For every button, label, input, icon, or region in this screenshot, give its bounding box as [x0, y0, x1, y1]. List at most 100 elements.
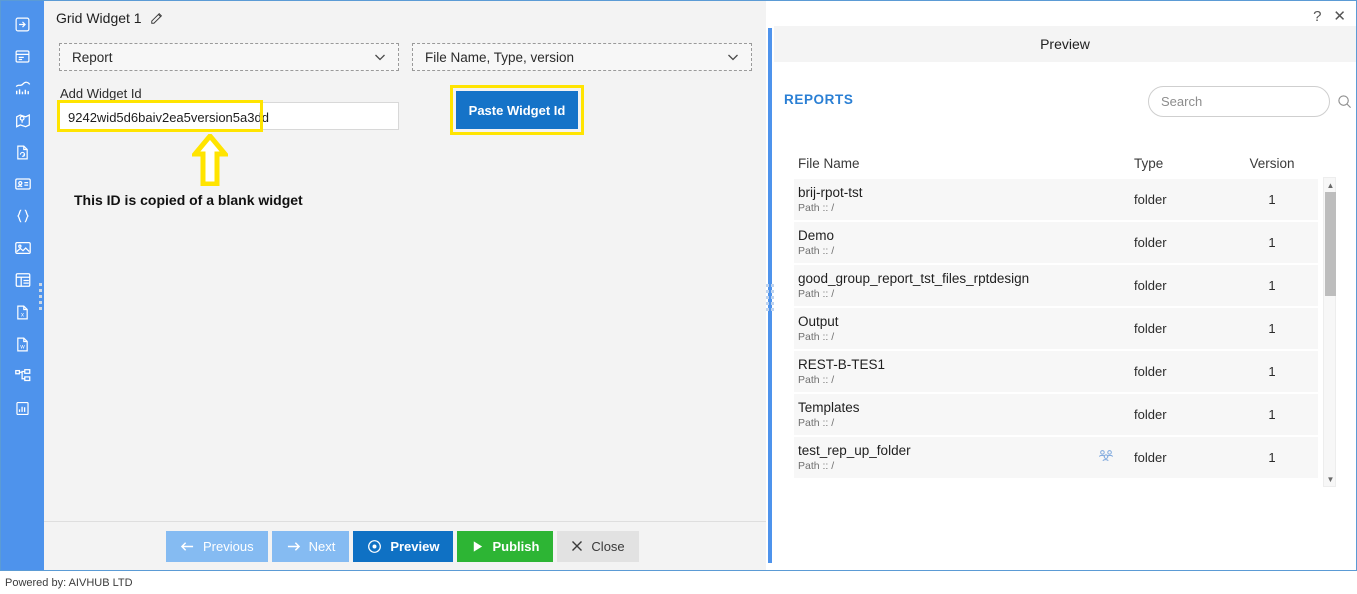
annotation-text: This ID is copied of a blank widget	[74, 192, 303, 208]
application-window: x w Grid Widget 1 Report File Name, Type…	[0, 0, 1357, 594]
map-pin-icon[interactable]	[8, 105, 38, 135]
login-arrow-icon[interactable]	[8, 9, 38, 39]
scroll-up-arrow-icon[interactable]: ▲	[1324, 178, 1337, 192]
row-file-path: Path :: /	[798, 245, 835, 258]
footer-text: Powered by: AIVHUB LTD	[5, 577, 133, 589]
row-file-path: Path :: /	[798, 202, 835, 215]
widget-id-field-wrapper	[59, 102, 400, 131]
row-version: 1	[1268, 235, 1276, 250]
annotation-up-arrow-icon	[192, 134, 228, 186]
tree-hierarchy-icon[interactable]	[8, 361, 38, 391]
help-icon[interactable]: ?	[1313, 9, 1321, 24]
columns-dropdown[interactable]: File Name, Type, version	[412, 43, 752, 71]
close-x-icon	[571, 540, 583, 552]
search-input[interactable]	[1161, 94, 1337, 109]
page-title: Grid Widget 1	[56, 9, 142, 26]
table-row[interactable]: REST-B-TES1Path :: / folder 1	[794, 351, 1318, 394]
pencil-edit-icon[interactable]	[150, 11, 164, 25]
svg-text:w: w	[19, 344, 25, 350]
widget-id-label: Add Widget Id	[60, 86, 142, 101]
column-header-version: Version	[1249, 155, 1295, 171]
arrow-right-icon	[286, 540, 301, 553]
row-file-path: Path :: /	[798, 417, 835, 430]
id-card-icon[interactable]	[8, 169, 38, 199]
widget-titlebar: Grid Widget 1	[44, 1, 766, 34]
preview-panel: ? ✕ Preview REPORTS File Name Type Versi…	[774, 1, 1356, 570]
row-type: folder	[1134, 278, 1167, 293]
next-button-label: Next	[308, 538, 336, 554]
row-version: 1	[1268, 192, 1276, 207]
preview-button[interactable]: Preview	[353, 530, 454, 562]
close-button-label: Close	[591, 538, 625, 554]
next-button[interactable]: Next	[271, 530, 350, 562]
previous-button-label: Previous	[203, 538, 254, 554]
columns-dropdown-value: File Name, Type, version	[425, 49, 575, 65]
row-version: 1	[1268, 364, 1276, 379]
scroll-down-arrow-icon[interactable]: ▼	[1324, 472, 1337, 486]
row-version: 1	[1268, 321, 1276, 336]
image-picture-icon[interactable]	[8, 233, 38, 263]
publish-button[interactable]: Publish	[457, 530, 554, 562]
column-header-file-name: File Name	[798, 155, 860, 171]
svg-text:x: x	[21, 312, 24, 318]
window-controls: ? ✕	[1313, 9, 1346, 24]
row-type: folder	[1134, 364, 1167, 379]
search-icon[interactable]	[1337, 94, 1352, 109]
close-button[interactable]: Close	[557, 530, 639, 562]
analytics-chart-icon[interactable]	[8, 73, 38, 103]
shared-users-icon[interactable]	[1098, 449, 1114, 466]
table-row[interactable]: test_rep_up_folder Path :: / folder 1	[794, 437, 1318, 480]
eye-icon	[367, 539, 382, 554]
row-file-name: Demo	[798, 227, 835, 243]
row-file-name: REST-B-TES1	[798, 356, 886, 372]
table-header-row: File Name Type Version	[794, 147, 1318, 179]
widget-id-input[interactable]	[60, 103, 400, 131]
preview-button-label: Preview	[390, 538, 440, 554]
row-file-path: Path :: /	[798, 288, 835, 301]
source-type-value: Report	[72, 49, 113, 65]
form-layout-icon[interactable]	[8, 41, 38, 71]
close-icon[interactable]: ✕	[1333, 9, 1346, 24]
table-row[interactable]: Output Path :: / folder 1	[794, 308, 1318, 351]
row-version: 1	[1268, 450, 1276, 465]
row-shared-slot	[1078, 449, 1134, 466]
row-file-name: Output	[798, 313, 839, 329]
row-version: 1	[1268, 278, 1276, 293]
column-header-type: Type	[1134, 155, 1164, 171]
excel-file-icon[interactable]: x	[8, 297, 38, 327]
row-file-name: Templates	[798, 399, 860, 415]
previous-button[interactable]: Previous	[166, 530, 268, 562]
splitter-grip[interactable]	[766, 279, 774, 315]
row-file-path: Path :: /	[798, 374, 835, 387]
source-type-dropdown[interactable]: Report	[59, 43, 399, 71]
play-icon	[471, 540, 484, 553]
publish-button-label: Publish	[492, 538, 540, 554]
row-file-name: test_rep_up_folder	[798, 442, 911, 458]
panel-splitter[interactable]	[766, 1, 774, 570]
table-scrollbar[interactable]: ▲ ▼	[1323, 177, 1336, 487]
reports-table: File Name Type Version brij-rpot-tstPath…	[794, 147, 1318, 480]
row-type: folder	[1134, 407, 1167, 422]
row-file-path: Path :: /	[798, 331, 835, 344]
chevron-down-icon	[725, 49, 741, 65]
row-file-path: Path :: /	[798, 460, 835, 473]
arrow-left-icon	[180, 540, 195, 553]
search-box[interactable]	[1148, 86, 1351, 117]
row-type: folder	[1134, 235, 1167, 250]
bar-chart-icon[interactable]	[8, 393, 38, 423]
widget-editor-panel: Grid Widget 1 Report File Name, Type, ve…	[44, 1, 766, 570]
row-type: folder	[1134, 192, 1167, 207]
paste-widget-id-button[interactable]: Paste Widget Id	[456, 91, 578, 129]
code-braces-icon[interactable]	[8, 201, 38, 231]
table-row[interactable]: brij-rpot-tstPath :: / folder 1	[794, 179, 1318, 222]
document-refresh-icon[interactable]	[8, 137, 38, 167]
table-row[interactable]: Templates Path :: / folder 1	[794, 394, 1318, 437]
reports-section-label: REPORTS	[784, 92, 854, 107]
preview-heading: Preview	[774, 26, 1356, 62]
table-row[interactable]: good_group_report_tst_files_rptdesign Pat…	[794, 265, 1318, 308]
row-file-name: brij-rpot-tst	[798, 184, 863, 200]
scrollbar-thumb[interactable]	[1325, 192, 1336, 296]
table-row[interactable]: DemoPath :: / folder 1	[794, 222, 1318, 265]
word-file-icon[interactable]: w	[8, 329, 38, 359]
grid-widget-icon[interactable]	[8, 265, 38, 295]
